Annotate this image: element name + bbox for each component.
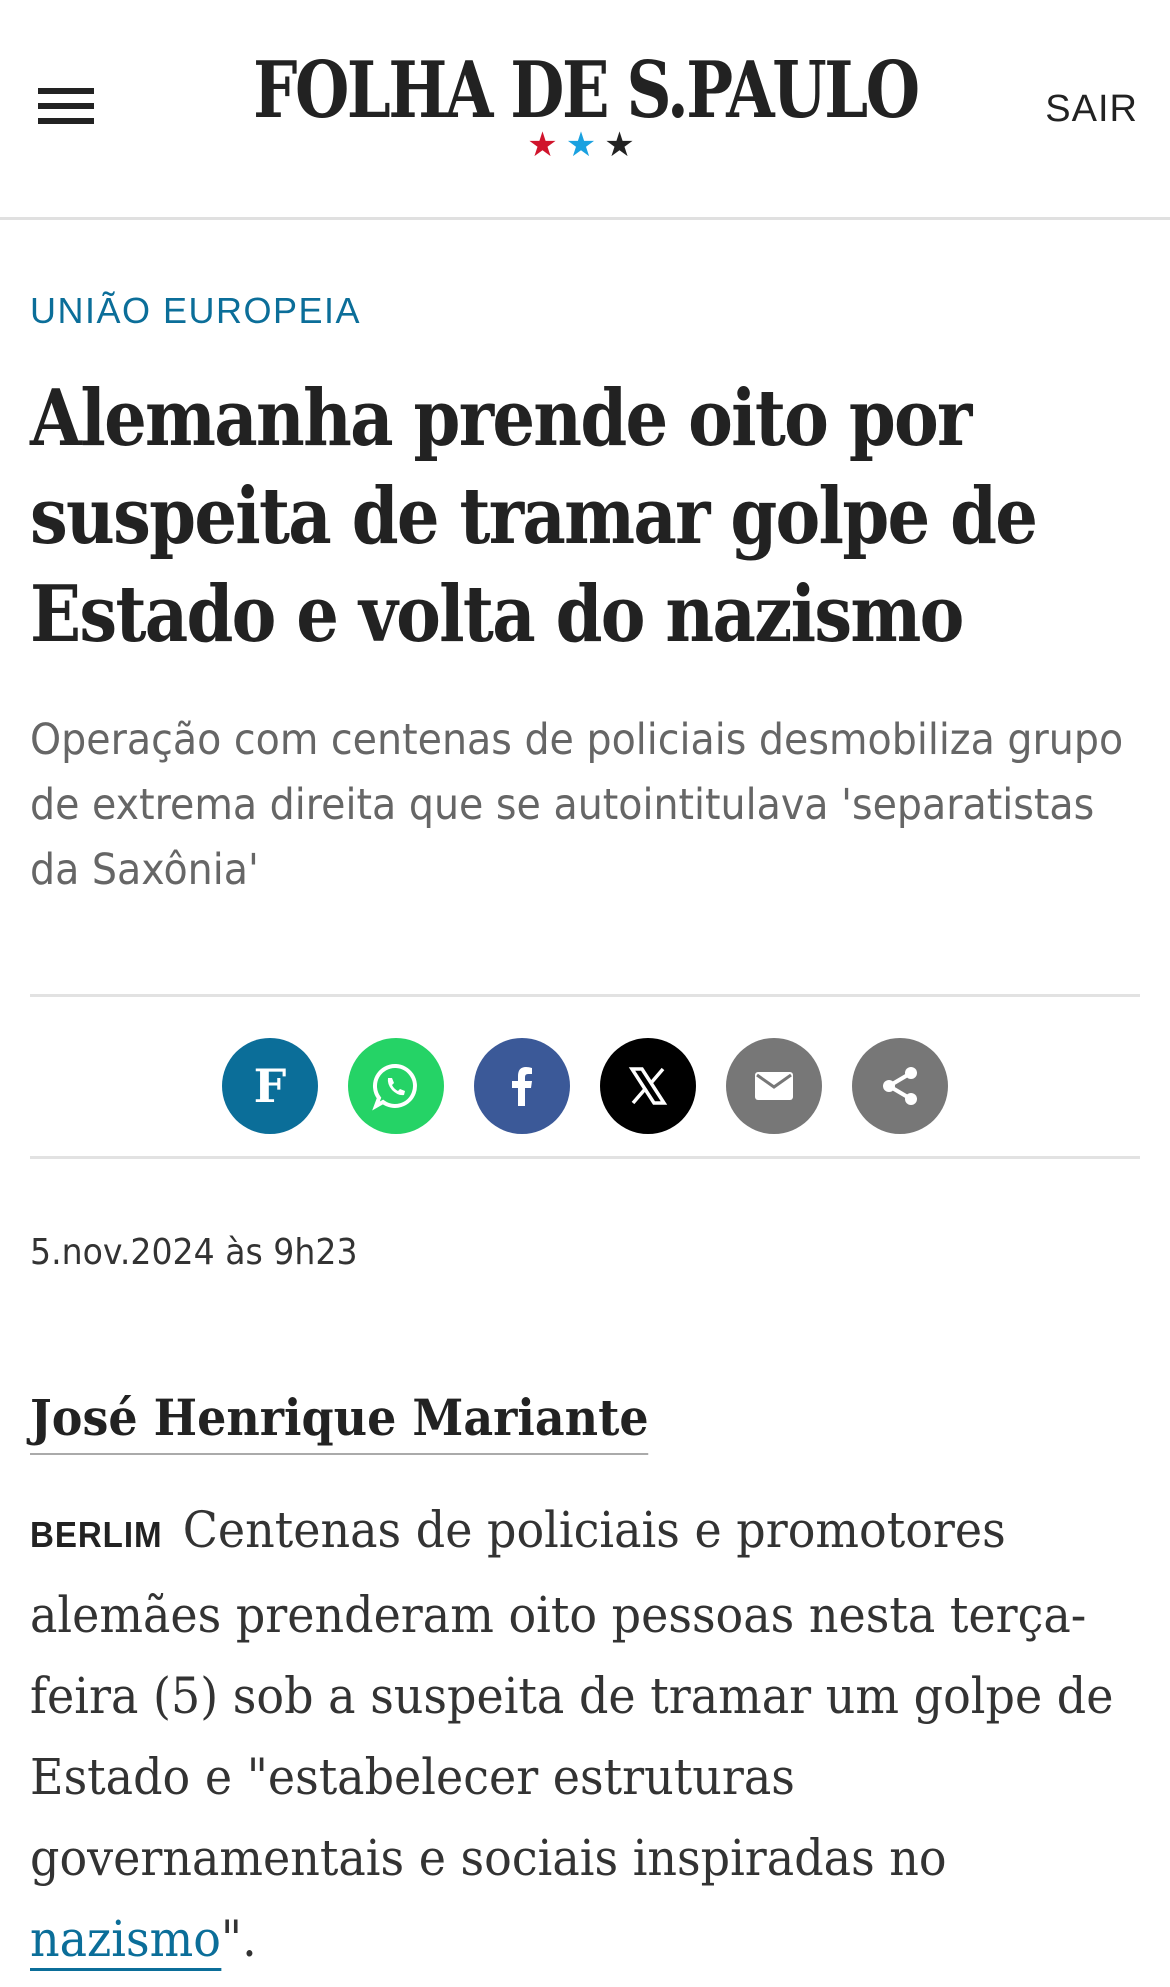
x-share-button[interactable]: [600, 1038, 696, 1134]
folha-share-button[interactable]: F: [222, 1038, 318, 1134]
x-icon: [628, 1067, 668, 1105]
author-link[interactable]: José Henrique Mariante: [30, 1388, 649, 1455]
facebook-share-button[interactable]: [474, 1038, 570, 1134]
svg-text:F: F: [254, 1060, 287, 1112]
black-star-icon: ★: [604, 125, 643, 165]
publish-date: 5.nov.2024 às 9h23: [30, 1232, 358, 1273]
article-headline: Alemanha prende oito por suspeita de tra…: [30, 373, 1038, 660]
email-share-button[interactable]: [726, 1038, 822, 1134]
divider-bottom: [30, 1156, 1140, 1159]
logo-text: FOLHA DE S.PAULO: [252, 45, 920, 136]
whatsapp-icon: [372, 1063, 417, 1111]
body-text-end: ".: [220, 1910, 257, 1968]
more-share-button[interactable]: [852, 1038, 948, 1134]
section-kicker[interactable]: UNIÃO EUROPEIA: [30, 290, 361, 332]
article-subtitle: Operação com centenas de policiais desmo…: [30, 715, 1124, 895]
email-icon: [755, 1072, 793, 1100]
body-text-start: Centenas de policiais e promotores alemã…: [30, 1501, 1114, 1887]
share-bar: F: [0, 1038, 1170, 1134]
site-logo[interactable]: FOLHA DE S.PAULO: [0, 52, 1170, 130]
article-body: BERLIM Centenas de policiais e promotores…: [30, 1490, 1143, 1980]
divider-top: [30, 994, 1140, 997]
folha-icon: F: [254, 1060, 287, 1112]
logo-stars: ★★★: [0, 128, 1170, 162]
site-header: FOLHA DE S.PAULO ★★★ SAIR: [0, 0, 1170, 220]
dateline: BERLIM: [30, 1514, 163, 1555]
red-star-icon: ★: [527, 125, 566, 165]
share-icon: [883, 1067, 917, 1105]
whatsapp-share-button[interactable]: [348, 1038, 444, 1134]
facebook-icon: [512, 1067, 532, 1106]
logout-button[interactable]: SAIR: [1045, 88, 1138, 131]
nazismo-link[interactable]: nazismo: [30, 1910, 221, 1971]
blue-star-icon: ★: [565, 125, 605, 165]
